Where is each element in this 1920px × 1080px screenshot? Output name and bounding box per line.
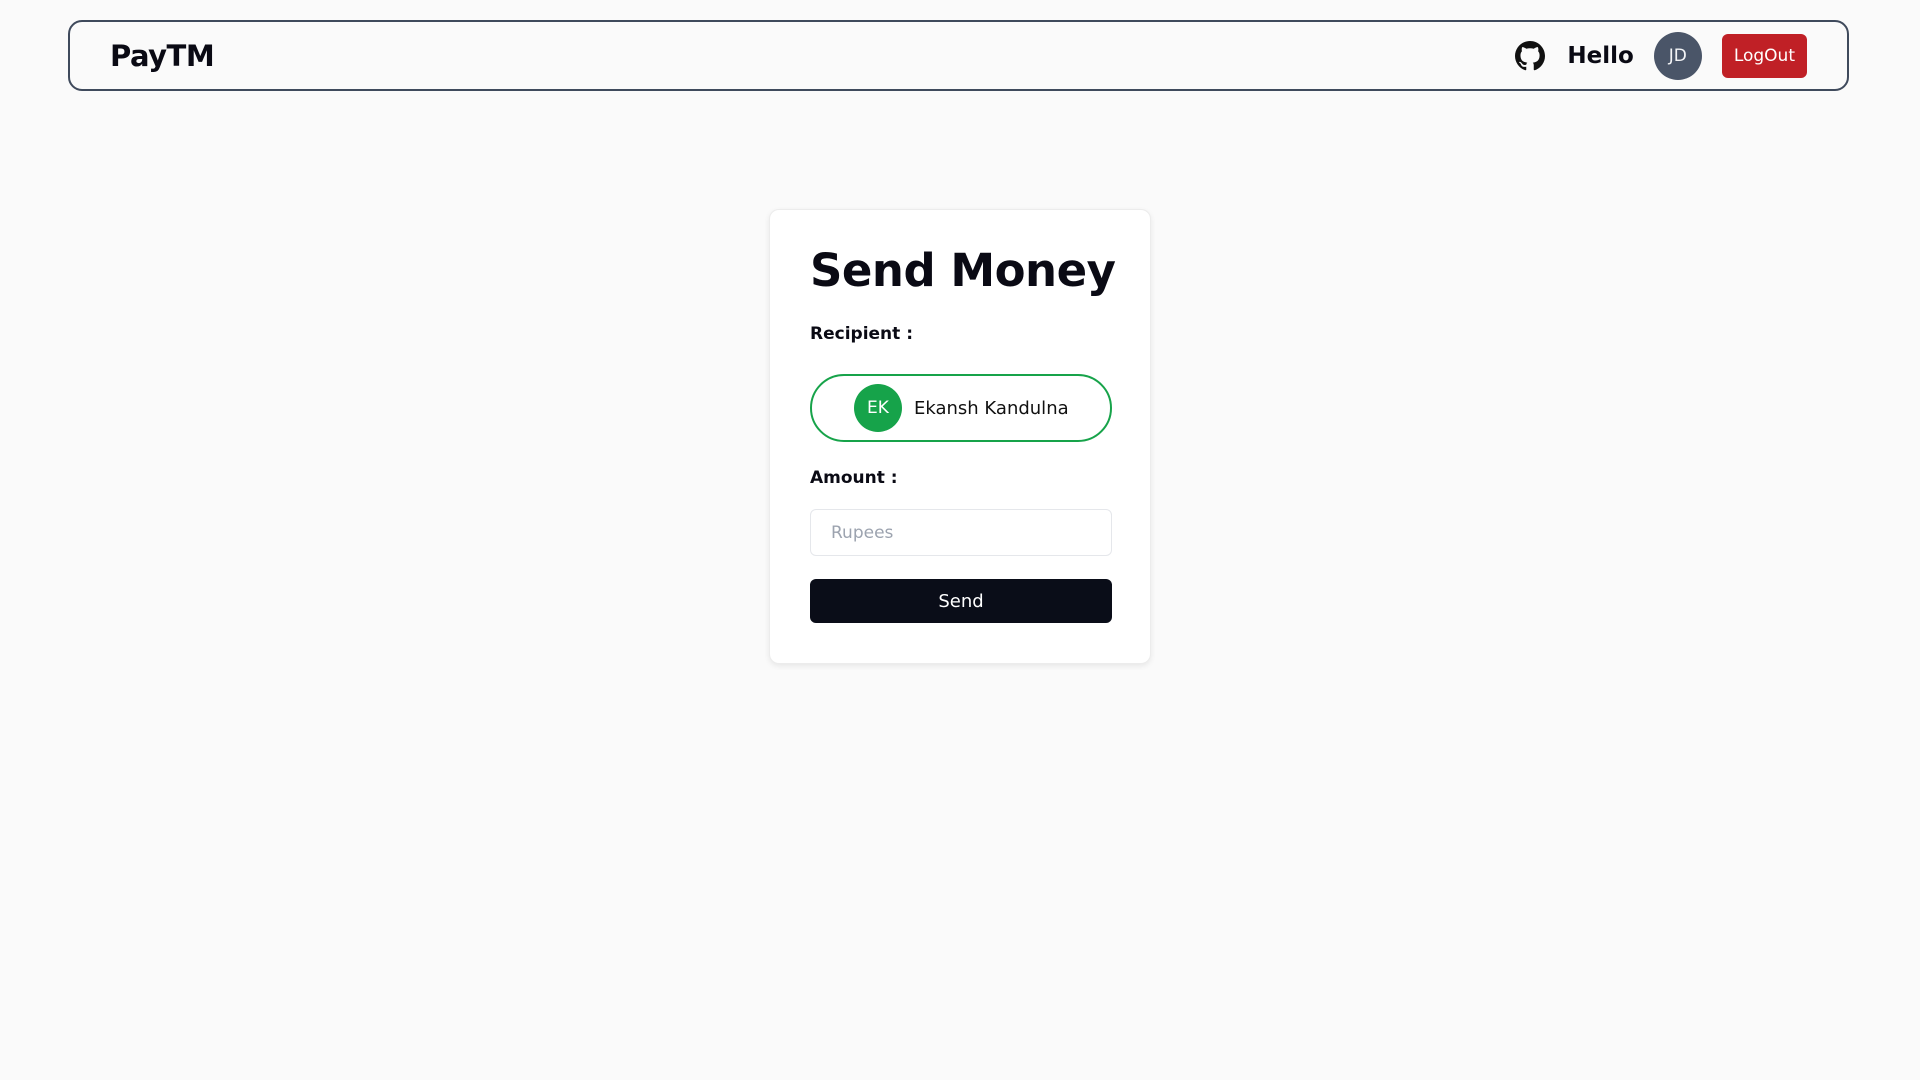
recipient-avatar: EK (854, 384, 902, 432)
recipient-label: Recipient : (810, 324, 913, 344)
amount-label: Amount : (810, 468, 898, 488)
amount-input[interactable] (810, 509, 1112, 556)
send-button[interactable]: Send (810, 579, 1112, 623)
send-money-card: Send Money Recipient : EK Ekansh Kanduln… (769, 209, 1151, 664)
top-navbar: PayTM Hello JD LogOut (68, 20, 1849, 91)
recipient-name: Ekansh Kandulna (914, 397, 1069, 419)
user-avatar[interactable]: JD (1653, 31, 1702, 80)
greeting-text: Hello (1567, 42, 1634, 69)
recipient-chip: EK Ekansh Kandulna (810, 374, 1112, 442)
navbar-right: Hello JD LogOut (1515, 31, 1807, 80)
logout-button[interactable]: LogOut (1721, 33, 1807, 78)
page-title: Send Money (810, 244, 1116, 297)
brand-logo[interactable]: PayTM (110, 39, 215, 73)
github-icon[interactable] (1515, 40, 1546, 71)
